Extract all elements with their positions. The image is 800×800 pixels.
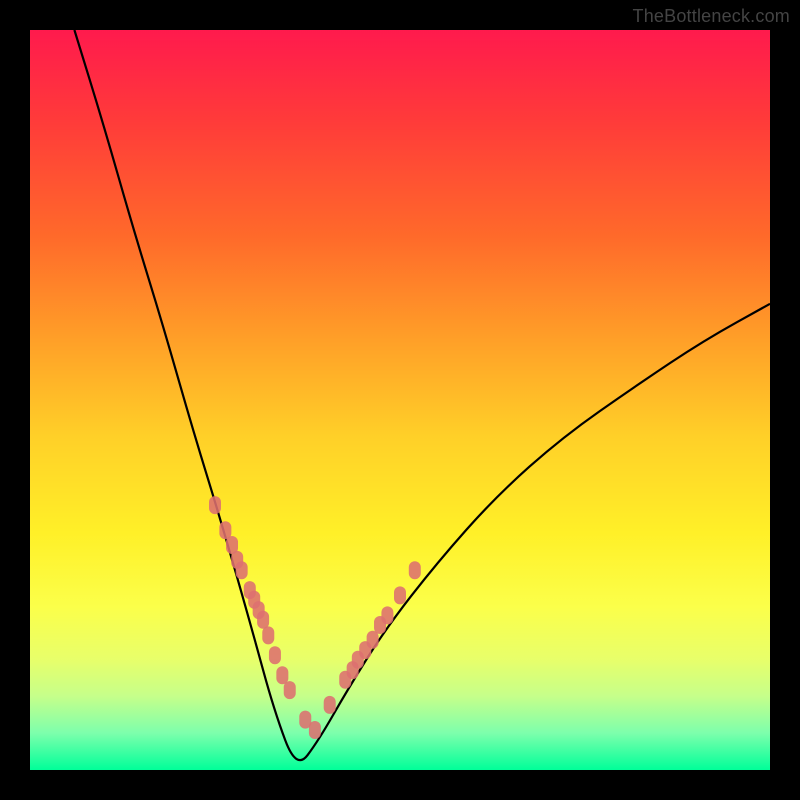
- curve-marker: [284, 681, 296, 699]
- curve-marker: [219, 521, 231, 539]
- curve-marker: [367, 631, 379, 649]
- curve-marker: [276, 666, 288, 684]
- marker-group: [209, 496, 421, 739]
- watermark-text: TheBottleneck.com: [633, 6, 790, 27]
- plot-area: [30, 30, 770, 770]
- curve-svg: [30, 30, 770, 770]
- curve-marker: [309, 721, 321, 739]
- curve-marker: [236, 561, 248, 579]
- curve-marker: [409, 561, 421, 579]
- curve-marker: [381, 606, 393, 624]
- curve-marker: [394, 586, 406, 604]
- curve-marker: [269, 646, 281, 664]
- chart-frame: TheBottleneck.com: [0, 0, 800, 800]
- curve-marker: [262, 626, 274, 644]
- curve-marker: [257, 611, 269, 629]
- curve-marker: [209, 496, 221, 514]
- curve-marker: [324, 696, 336, 714]
- bottleneck-curve: [74, 30, 770, 760]
